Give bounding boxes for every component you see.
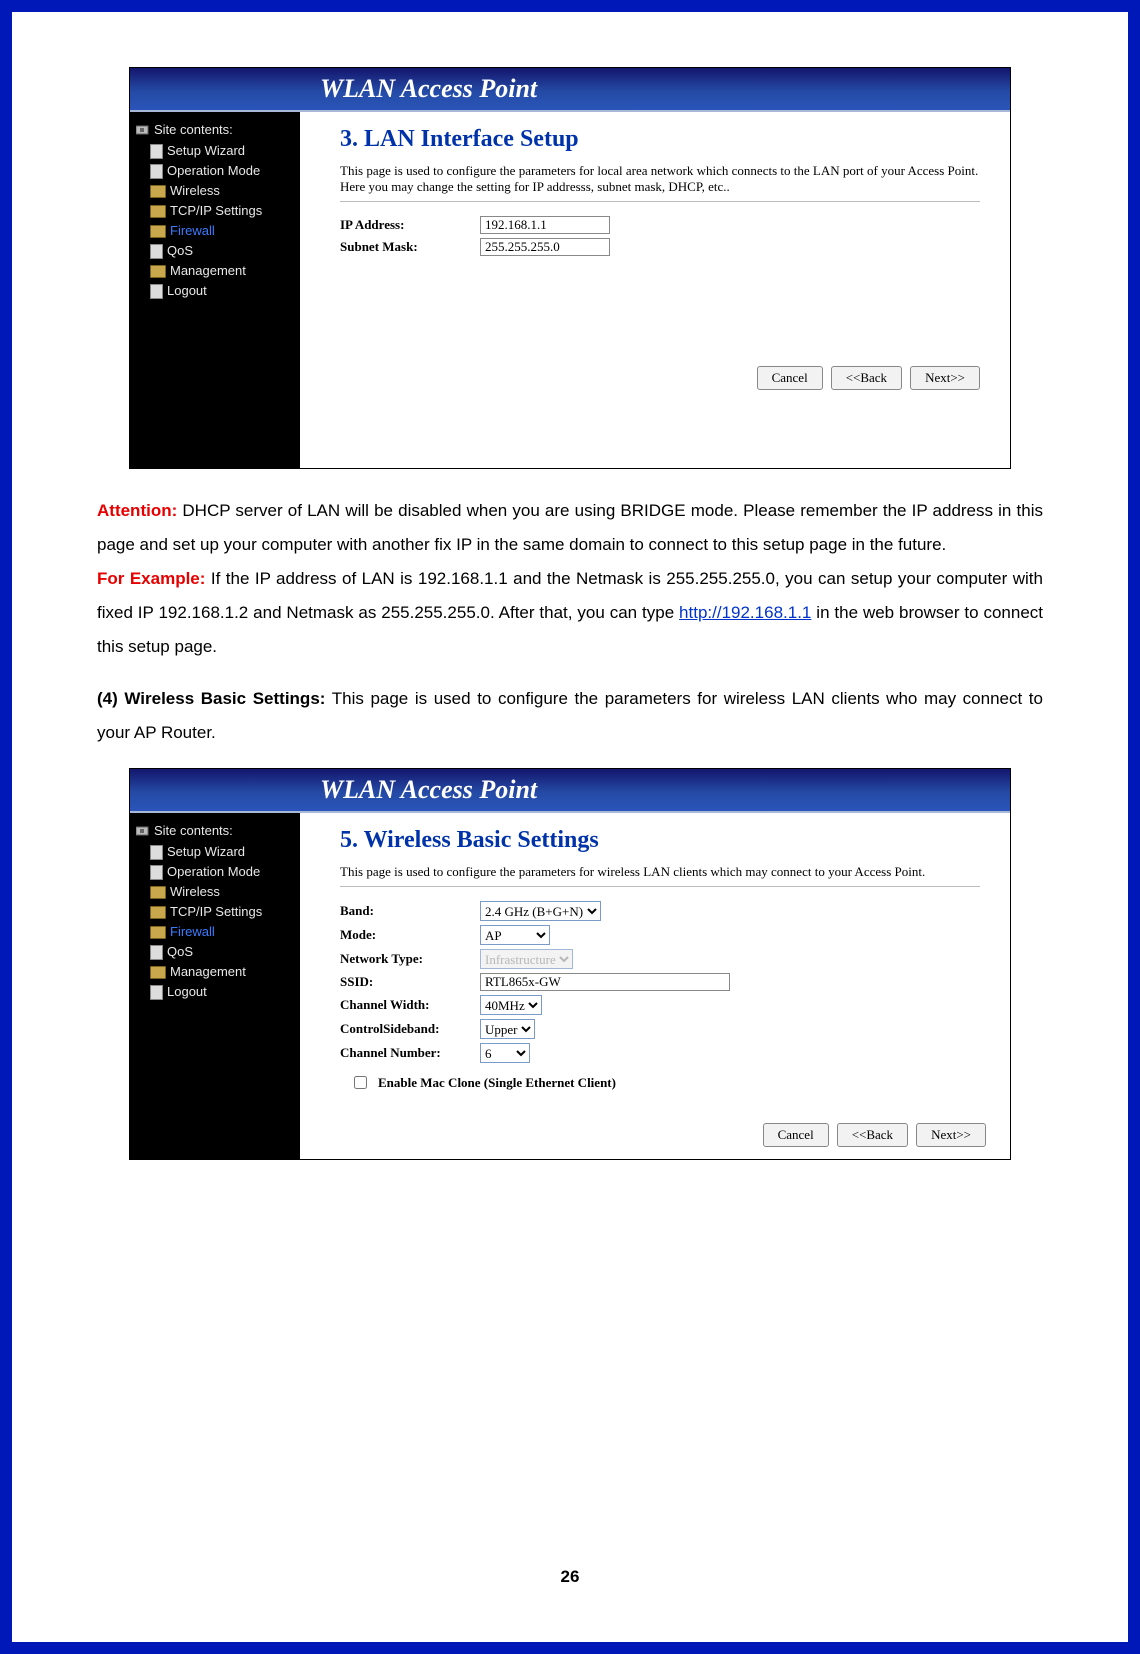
ip-address-label: IP Address: [340,217,480,233]
document-icon [150,945,163,960]
sidebar-label: Wireless [170,882,220,902]
channel-number-label: Channel Number: [340,1045,480,1061]
sidebar-item-setup-wizard[interactable]: Setup Wizard [150,141,294,161]
ip-address-input[interactable] [480,216,610,234]
next-button[interactable]: Next>> [916,1123,986,1147]
folder-icon [150,185,166,198]
sidebar-label: Setup Wizard [167,842,245,862]
folder-icon [150,225,166,238]
sidebar-label: TCP/IP Settings [170,201,262,221]
sidebar-label: TCP/IP Settings [170,902,262,922]
separator [340,201,980,202]
subnet-mask-label: Subnet Mask: [340,239,480,255]
sidebar-label: QoS [167,241,193,261]
sidebar-label: Management [170,962,246,982]
lan-setup-screenshot: WLAN Access Point Site contents: Setup W… [129,67,1011,469]
mode-label: Mode: [340,927,480,943]
sidebar-root-label: Site contents: [154,823,233,838]
sidebar-item-firewall[interactable]: Firewall [150,221,294,241]
channel-number-select[interactable]: 6 [480,1043,530,1063]
sidebar-label: Firewall [170,221,215,241]
wireless-section-title: 5. Wireless Basic Settings [340,827,986,854]
sidebar-label: Logout [167,281,207,301]
section4-label: (4) Wireless Basic Settings: [97,689,325,708]
mode-select[interactable]: AP [480,925,550,945]
sidebar-item-management[interactable]: Management [150,962,294,982]
folder-icon [150,205,166,218]
wireless-description: This page is used to configure the param… [340,864,980,880]
example-label: For Example: [97,569,205,588]
example-link[interactable]: http://192.168.1.1 [679,603,811,622]
ap-title-bar: WLAN Access Point [130,769,1010,813]
cancel-button[interactable]: Cancel [763,1123,829,1147]
sidebar-item-operation-mode[interactable]: Operation Mode [150,161,294,181]
attention-label: Attention: [97,501,177,520]
sidebar-item-wireless[interactable]: Wireless [150,882,294,902]
tree-root-icon [136,825,150,837]
separator [340,886,980,887]
sidebar-item-setup-wizard[interactable]: Setup Wizard [150,842,294,862]
folder-icon [150,926,166,939]
tree-root-icon [136,124,150,136]
sidebar-item-firewall[interactable]: Firewall [150,922,294,942]
sidebar-label: Management [170,261,246,281]
lan-description: This page is used to configure the param… [340,163,980,195]
sidebar-item-qos[interactable]: QoS [150,942,294,962]
lan-section-title: 3. LAN Interface Setup [340,126,986,153]
document-icon [150,144,163,159]
ap-title-bar: WLAN Access Point [130,68,1010,112]
ssid-input[interactable] [480,973,730,991]
sidebar-item-tcpip[interactable]: TCP/IP Settings [150,201,294,221]
sidebar-label: Wireless [170,181,220,201]
attention-text: DHCP server of LAN will be disabled when… [97,501,1043,554]
folder-icon [150,966,166,979]
control-sideband-select[interactable]: Upper [480,1019,535,1039]
folder-icon [150,886,166,899]
sidebar: Site contents: Setup Wizard Operation Mo… [130,813,300,1159]
sidebar-item-wireless[interactable]: Wireless [150,181,294,201]
back-button[interactable]: <<Back [831,366,902,390]
folder-icon [150,265,166,278]
subnet-mask-input[interactable] [480,238,610,256]
sidebar-item-qos[interactable]: QoS [150,241,294,261]
document-icon [150,164,163,179]
sidebar: Site contents: Setup Wizard Operation Mo… [130,112,300,468]
document-icon [150,284,163,299]
sidebar-item-operation-mode[interactable]: Operation Mode [150,862,294,882]
band-select[interactable]: 2.4 GHz (B+G+N) [480,901,601,921]
band-label: Band: [340,903,480,919]
document-icon [150,865,163,880]
cancel-button[interactable]: Cancel [757,366,823,390]
sidebar-item-logout[interactable]: Logout [150,982,294,1002]
page-number: 26 [12,1567,1128,1587]
sidebar-item-logout[interactable]: Logout [150,281,294,301]
sidebar-item-management[interactable]: Management [150,261,294,281]
folder-icon [150,906,166,919]
sidebar-item-tcpip[interactable]: TCP/IP Settings [150,902,294,922]
sidebar-label: Logout [167,982,207,1002]
sidebar-label: Operation Mode [167,161,260,181]
wireless-settings-screenshot: WLAN Access Point Site contents: Setup W… [129,768,1011,1160]
network-type-label: Network Type: [340,951,480,967]
section4-paragraph: (4) Wireless Basic Settings: This page i… [97,682,1043,750]
next-button[interactable]: Next>> [910,366,980,390]
channel-width-select[interactable]: 40MHz [480,995,542,1015]
sidebar-label: Firewall [170,922,215,942]
document-icon [150,985,163,1000]
sidebar-label: Operation Mode [167,862,260,882]
network-type-select: Infrastructure [480,949,573,969]
back-button[interactable]: <<Back [837,1123,908,1147]
sidebar-label: Setup Wizard [167,141,245,161]
mac-clone-label: Enable Mac Clone (Single Ethernet Client… [378,1075,616,1091]
mac-clone-checkbox[interactable] [354,1076,367,1089]
document-icon [150,845,163,860]
sidebar-label: QoS [167,942,193,962]
channel-width-label: Channel Width: [340,997,480,1013]
control-sideband-label: ControlSideband: [340,1021,480,1037]
ssid-label: SSID: [340,974,480,990]
sidebar-root-label: Site contents: [154,122,233,137]
attention-paragraph: Attention: DHCP server of LAN will be di… [97,494,1043,664]
document-icon [150,244,163,259]
